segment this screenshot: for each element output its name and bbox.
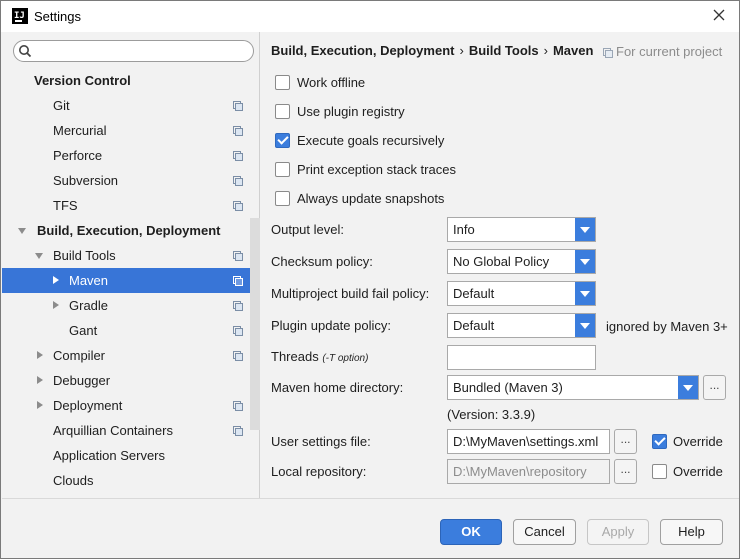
ok-button[interactable]: OK	[440, 519, 502, 545]
maven-settings-panel: Build, Execution, Deployment › Build Tools…	[261, 32, 739, 498]
tree-item-debugger[interactable]: Debugger	[2, 368, 250, 393]
project-level-icon	[233, 126, 243, 136]
chevron-down-icon[interactable]	[575, 218, 595, 241]
project-level-icon	[233, 251, 243, 261]
user-settings-browse-button[interactable]: ...	[614, 429, 637, 454]
project-level-icon	[233, 151, 243, 161]
tree-item-maven[interactable]: Maven	[2, 268, 250, 293]
tree-item-gant[interactable]: Gant	[2, 318, 250, 343]
tree-item-tfs[interactable]: TFS	[2, 193, 250, 218]
checksum-policy-select[interactable]: No Global Policy	[447, 249, 596, 274]
checkbox-box[interactable]	[652, 464, 667, 479]
local-repository-input[interactable]: D:\MyMaven\repository	[447, 459, 610, 484]
project-level-icon	[233, 351, 243, 361]
checkbox-box-checked[interactable]	[652, 434, 667, 449]
threads-input[interactable]	[447, 345, 596, 370]
checkbox-box-checked[interactable]	[275, 133, 290, 148]
project-level-icon	[233, 426, 243, 436]
project-level-icon	[233, 276, 243, 286]
project-level-icon	[233, 201, 243, 211]
footer-divider	[2, 498, 739, 499]
search-input[interactable]	[36, 43, 246, 59]
chevron-down-icon[interactable]	[678, 376, 698, 399]
plugin-update-note: ignored by Maven 3+	[606, 319, 728, 334]
user-settings-label: User settings file:	[271, 434, 371, 449]
tree-item-mercurial[interactable]: Mercurial	[2, 118, 250, 143]
local-repository-browse-button[interactable]: ...	[614, 459, 637, 484]
project-level-icon	[233, 326, 243, 336]
checkbox-box[interactable]	[275, 162, 290, 177]
output-level-select[interactable]: Info	[447, 217, 596, 242]
intellij-app-icon: IJ	[12, 8, 28, 24]
title-bar: IJ Settings	[1, 1, 739, 32]
tree-item-deployment[interactable]: Deployment	[2, 393, 250, 418]
chevron-down-icon[interactable]	[575, 250, 595, 273]
project-level-icon	[233, 176, 243, 186]
settings-dialog: IJ Settings Version Control Git Mercuria…	[0, 0, 740, 559]
checksum-policy-label: Checksum policy:	[271, 254, 373, 269]
tree-item-build-tools[interactable]: Build Tools	[2, 243, 250, 268]
tree-item-gradle[interactable]: Gradle	[2, 293, 250, 318]
tree-item-subversion[interactable]: Subversion	[2, 168, 250, 193]
expand-down-icon[interactable]	[35, 253, 43, 259]
local-repository-label: Local repository:	[271, 464, 367, 479]
search-icon	[19, 45, 32, 58]
checkbox-box[interactable]	[275, 191, 290, 206]
help-button[interactable]: Help	[660, 519, 723, 545]
tree-item-compiler[interactable]: Compiler	[2, 343, 250, 368]
plugin-update-policy-select[interactable]: Default	[447, 313, 596, 338]
chevron-down-icon[interactable]	[575, 282, 595, 305]
tree-item-application-servers[interactable]: Application Servers	[2, 443, 250, 468]
plugin-update-policy-label: Plugin update policy:	[271, 318, 391, 333]
checkbox-box[interactable]	[275, 75, 290, 90]
threads-label: Threads (-T option)	[271, 349, 369, 364]
tree-item-perforce[interactable]: Perforce	[2, 143, 250, 168]
tree-item-build-execution-deployment[interactable]: Build, Execution, Deployment	[2, 218, 250, 243]
expand-right-icon[interactable]	[37, 376, 43, 384]
output-level-label: Output level:	[271, 222, 344, 237]
expand-right-icon[interactable]	[53, 276, 59, 284]
expand-down-icon[interactable]	[18, 228, 26, 234]
expand-right-icon[interactable]	[53, 301, 59, 309]
tree-item-clouds[interactable]: Clouds	[2, 468, 250, 493]
maven-version-text: (Version: 3.3.9)	[447, 407, 536, 422]
breadcrumb: Build, Execution, Deployment › Build Tools…	[271, 43, 594, 58]
maven-home-browse-button[interactable]: ...	[703, 375, 726, 400]
settings-search[interactable]	[13, 40, 254, 62]
apply-button[interactable]: Apply	[587, 519, 649, 545]
window-title: Settings	[34, 9, 81, 24]
cancel-button[interactable]: Cancel	[513, 519, 576, 545]
multiproject-fail-policy-label: Multiproject build fail policy:	[271, 286, 430, 301]
scope-label: For current project	[603, 44, 722, 59]
expand-right-icon[interactable]	[37, 351, 43, 359]
maven-home-select[interactable]: Bundled (Maven 3)	[447, 375, 699, 400]
user-settings-input[interactable]: D:\MyMaven\settings.xml	[447, 429, 610, 454]
close-icon[interactable]	[711, 7, 727, 23]
maven-home-label: Maven home directory:	[271, 380, 404, 395]
sidebar-scrollbar[interactable]	[250, 218, 260, 430]
expand-right-icon[interactable]	[37, 401, 43, 409]
project-level-icon	[603, 48, 613, 58]
checkbox-box[interactable]	[275, 104, 290, 119]
settings-sidebar: Version Control Git Mercurial Perforce S…	[2, 32, 260, 498]
multiproject-fail-policy-select[interactable]: Default	[447, 281, 596, 306]
chevron-down-icon[interactable]	[575, 314, 595, 337]
project-level-icon	[233, 401, 243, 411]
tree-item-git[interactable]: Git	[2, 93, 250, 118]
tree-item-version-control[interactable]: Version Control	[2, 68, 250, 93]
tree-item-arquillian-containers[interactable]: Arquillian Containers	[2, 418, 250, 443]
project-level-icon	[233, 101, 243, 111]
project-level-icon	[233, 301, 243, 311]
